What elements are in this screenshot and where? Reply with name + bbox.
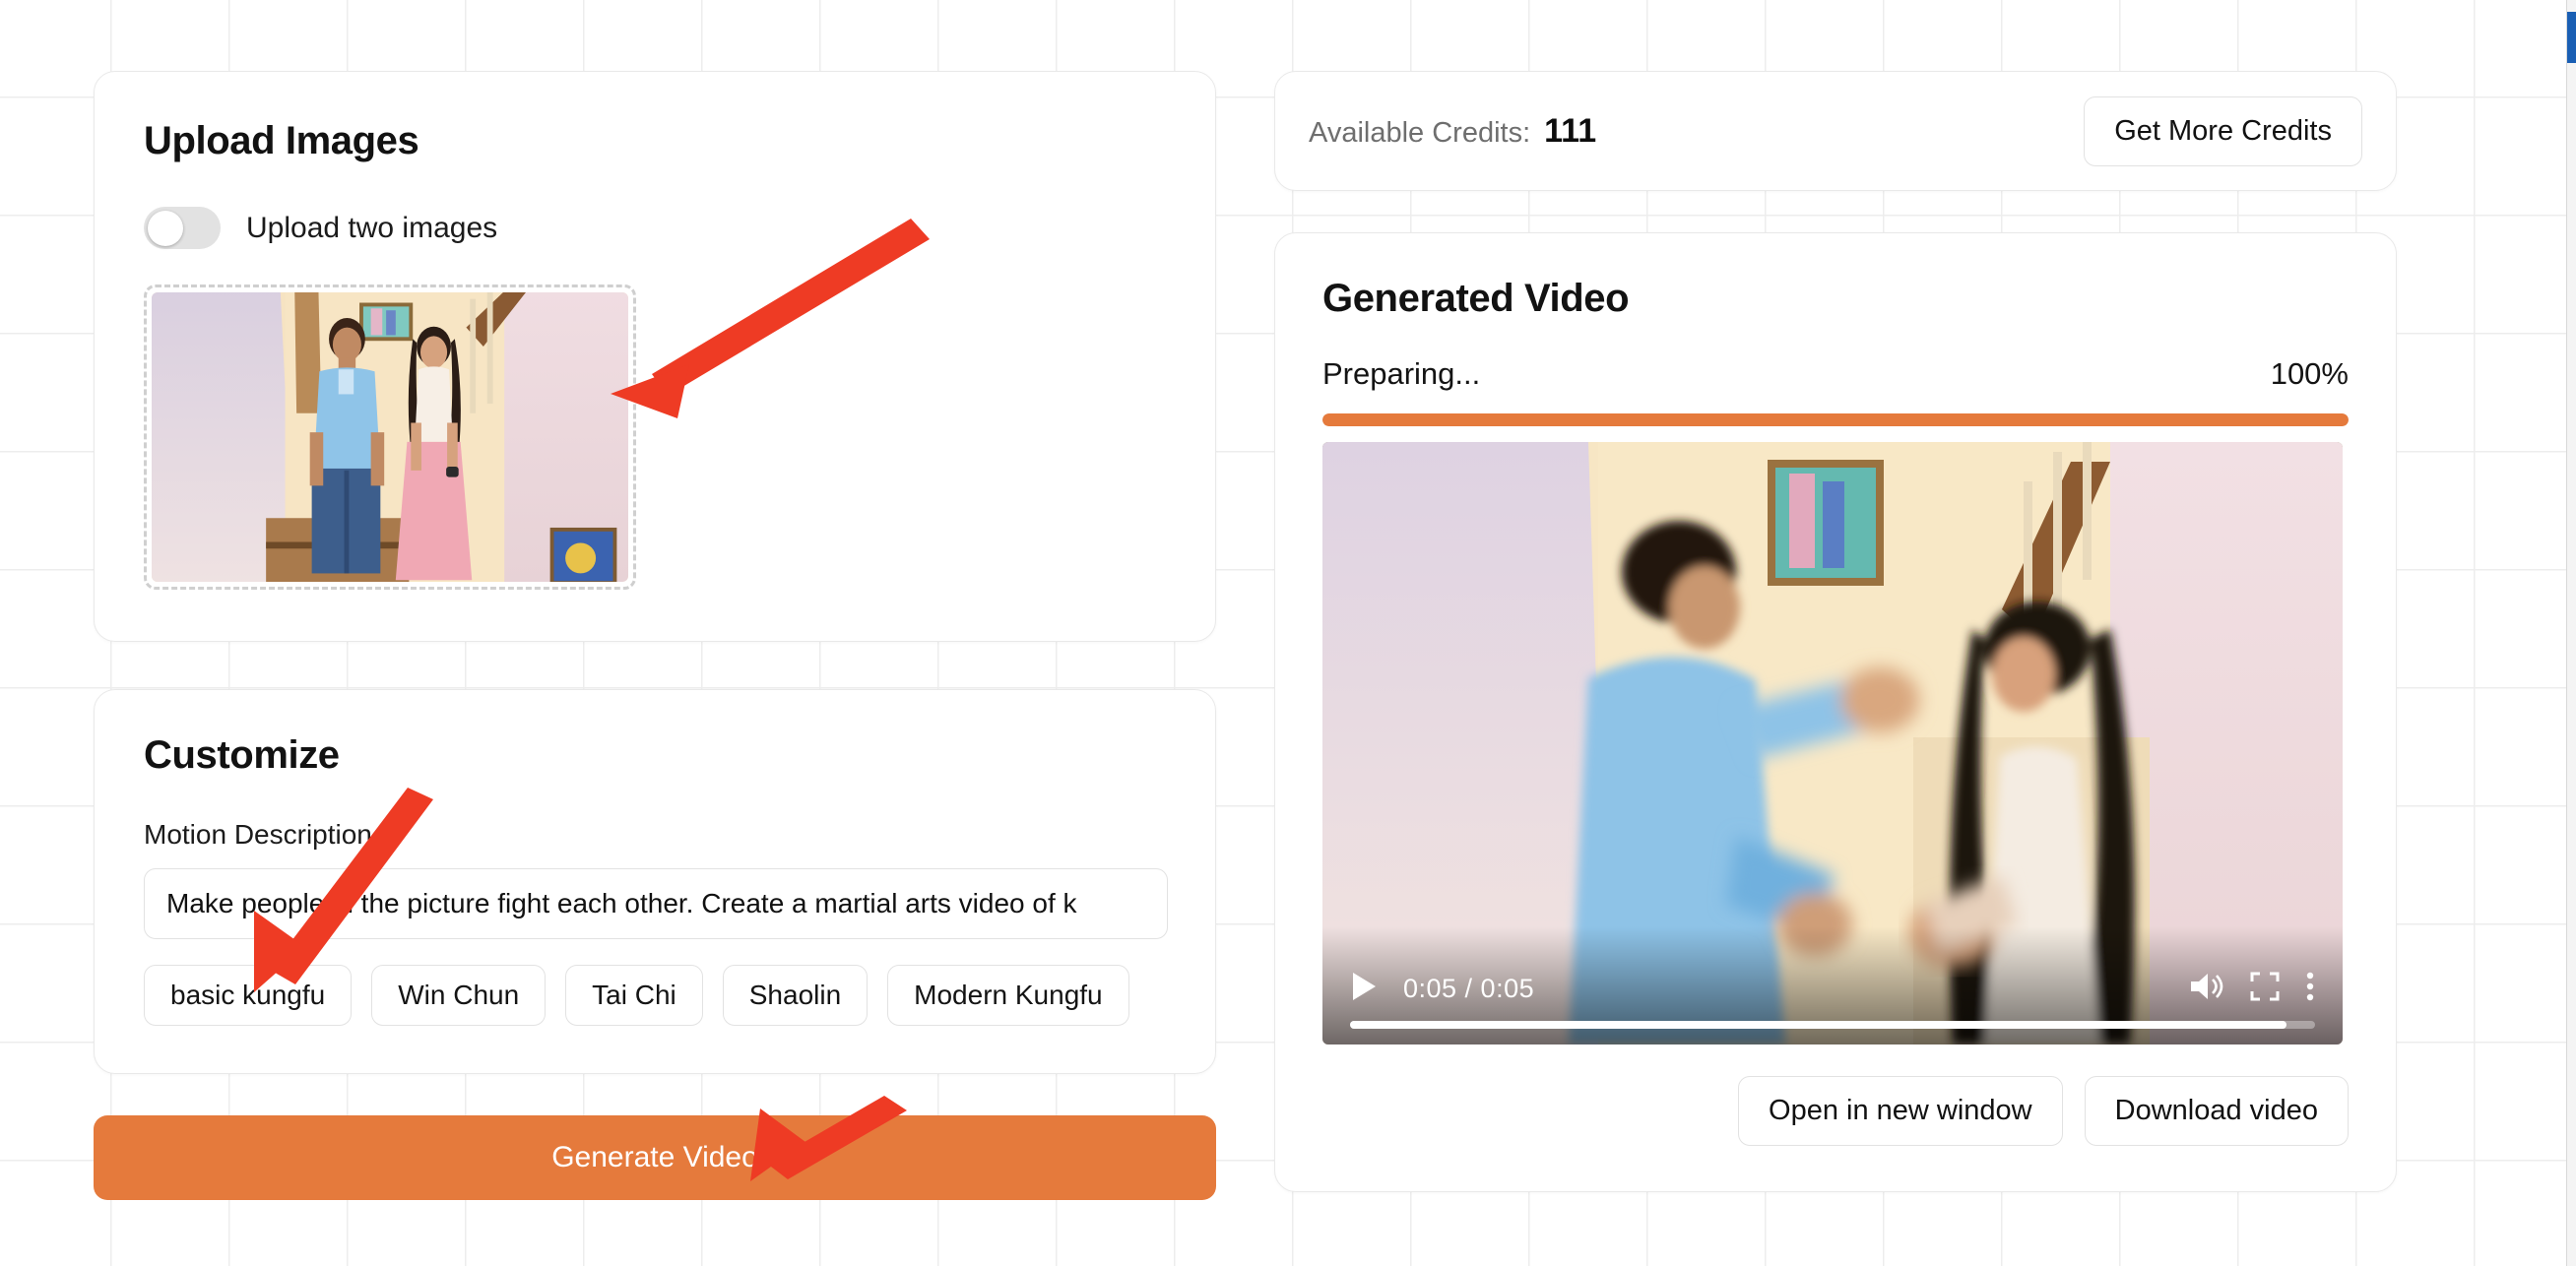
generated-video-card: Generated Video Preparing... 100% 0:05 /… — [1274, 232, 2397, 1192]
uploaded-image-thumbnail — [152, 292, 628, 582]
preset-chip-list: basic kungfu Win Chun Tai Chi Shaolin Mo… — [144, 965, 1166, 1026]
customize-title: Customize — [144, 733, 340, 777]
get-more-credits-button[interactable]: Get More Credits — [2084, 95, 2362, 166]
open-in-new-window-button[interactable]: Open in new window — [1738, 1076, 2063, 1146]
thumbnail-illustration — [152, 292, 628, 582]
generation-status-row: Preparing... 100% — [1322, 356, 2349, 392]
video-time-display: 0:05 / 0:05 — [1403, 974, 1535, 1003]
credits-readout: Available Credits: 111 — [1309, 112, 1596, 151]
upload-two-images-row[interactable]: Upload two images — [144, 207, 1166, 249]
preset-chip-modern-kungfu[interactable]: Modern Kungfu — [887, 965, 1129, 1026]
adjacent-window-edge — [2566, 0, 2576, 1266]
right-column: Available Credits: 111 Get More Credits … — [1274, 71, 2397, 1192]
upload-two-images-toggle[interactable] — [144, 207, 221, 249]
video-seek-bar[interactable] — [1350, 1021, 2315, 1029]
image-dropzone[interactable] — [144, 285, 636, 590]
download-video-button[interactable]: Download video — [2084, 1076, 2349, 1146]
upload-images-title: Upload Images — [144, 119, 419, 162]
volume-icon[interactable] — [2189, 971, 2224, 1007]
play-icon[interactable] — [1350, 971, 1378, 1007]
generation-progress-fill — [1322, 413, 2349, 426]
upload-images-card: Upload Images Upload two images — [94, 71, 1216, 642]
more-vertical-icon[interactable] — [2305, 971, 2315, 1007]
video-seek-fill — [1350, 1021, 2286, 1029]
generate-video-button[interactable]: Generate Video — [94, 1115, 1216, 1200]
customize-card: Customize Motion Description Make people… — [94, 689, 1216, 1074]
generation-progress-bar — [1322, 413, 2349, 426]
preset-chip-tai-chi[interactable]: Tai Chi — [565, 965, 703, 1026]
credits-card: Available Credits: 111 Get More Credits — [1274, 71, 2397, 191]
left-column: Upload Images Upload two images Customiz… — [94, 71, 1216, 1200]
video-player[interactable]: 0:05 / 0:05 — [1322, 442, 2343, 1044]
preset-chip-shaolin[interactable]: Shaolin — [722, 965, 869, 1026]
video-control-bar[interactable]: 0:05 / 0:05 — [1322, 926, 2343, 1044]
credits-label: Available Credits: — [1309, 116, 1531, 149]
generation-percent: 100% — [2270, 356, 2349, 391]
upload-two-images-label: Upload two images — [246, 211, 498, 244]
motion-description-input[interactable]: Make people in the picture fight each ot… — [144, 868, 1168, 939]
credits-value: 111 — [1544, 111, 1597, 150]
generated-video-title: Generated Video — [1322, 277, 1630, 320]
preset-chip-win-chun[interactable]: Win Chun — [371, 965, 547, 1026]
adjacent-window-titlebar — [2567, 12, 2576, 63]
toggle-knob — [147, 210, 183, 246]
video-control-row: 0:05 / 0:05 — [1350, 971, 2315, 1007]
video-action-buttons: Open in new window Download video — [1322, 1076, 2349, 1146]
preset-chip-basic-kungfu[interactable]: basic kungfu — [144, 965, 353, 1026]
generation-status-text: Preparing... — [1322, 356, 1481, 391]
fullscreen-icon[interactable] — [2250, 972, 2280, 1006]
motion-description-label: Motion Description — [144, 819, 372, 850]
app-root: Upload Images Upload two images Customiz… — [0, 0, 2576, 1266]
